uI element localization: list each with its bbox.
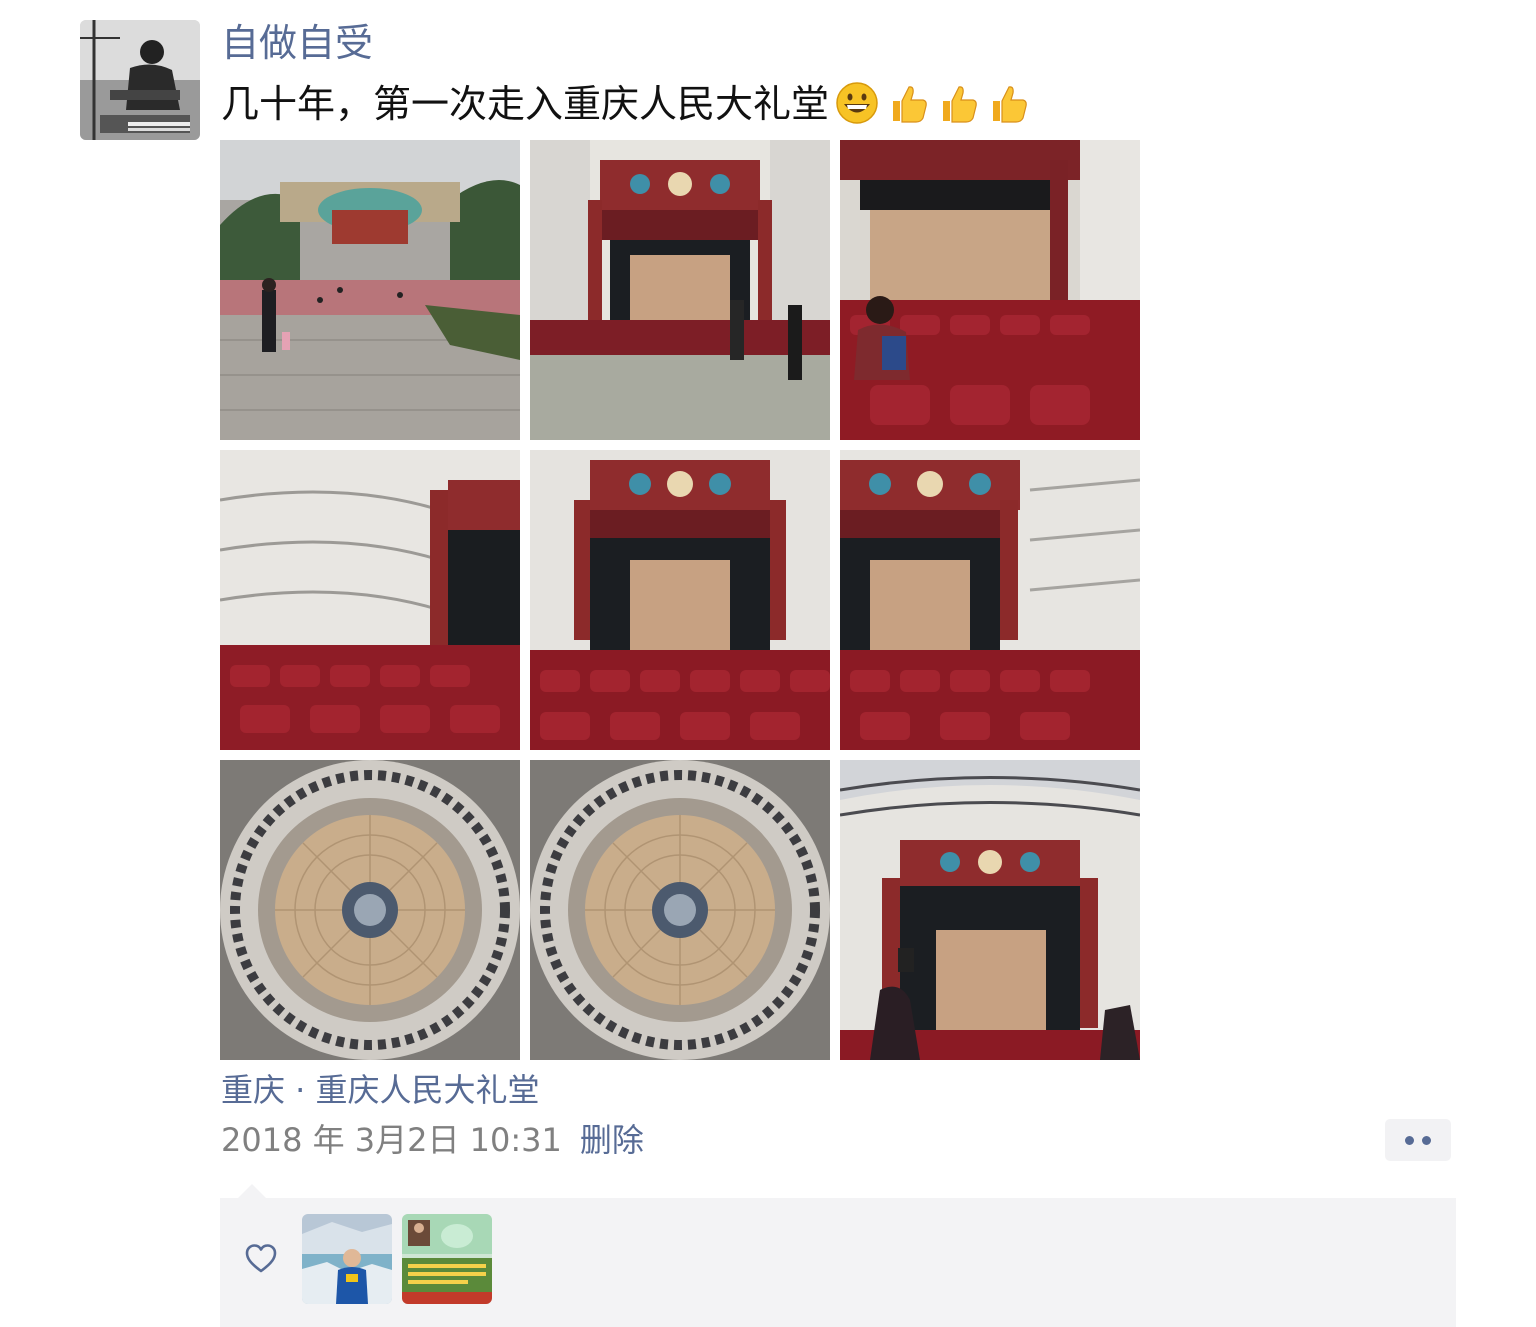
photo-thumbnail[interactable] (840, 140, 1140, 440)
location-link[interactable]: 重庆 · 重庆人民大礼堂 (221, 1066, 540, 1114)
liker-avatar[interactable] (302, 1214, 392, 1304)
likes-panel (220, 1198, 1456, 1327)
liker-avatar[interactable] (402, 1214, 492, 1304)
more-actions-button[interactable] (1385, 1119, 1451, 1161)
author-name[interactable]: 自做自受 (221, 18, 373, 68)
photo-thumbnail[interactable] (220, 140, 520, 440)
post-timestamp: 2018 年 3月2日 10:31 (221, 1121, 562, 1159)
thumbs-up-icon (885, 81, 929, 125)
photo-thumbnail[interactable] (220, 760, 520, 1060)
photo-thumbnail[interactable] (840, 760, 1140, 1060)
post-meta: 2018 年 3月2日 10:31 删除 (221, 1116, 644, 1164)
thumbs-up-icon (935, 81, 979, 125)
photo-grid (220, 140, 1140, 1060)
grinning-face-icon (835, 81, 879, 125)
photo-thumbnail[interactable] (530, 140, 830, 440)
photo-thumbnail[interactable] (530, 760, 830, 1060)
delete-button[interactable]: 删除 (580, 1121, 644, 1159)
post-text: 几十年，第一次走入重庆人民大礼堂 (221, 78, 1029, 130)
post-text-content: 几十年，第一次走入重庆人民大礼堂 (221, 82, 830, 126)
author-avatar[interactable] (80, 20, 200, 140)
more-dots-icon (1405, 1136, 1414, 1145)
more-dots-icon (1422, 1136, 1431, 1145)
photo-thumbnail[interactable] (530, 450, 830, 750)
heart-outline-icon (245, 1244, 277, 1273)
photo-thumbnail[interactable] (220, 450, 520, 750)
likes-pointer (238, 1184, 266, 1198)
photo-thumbnail[interactable] (840, 450, 1140, 750)
thumbs-up-icon (985, 81, 1029, 125)
